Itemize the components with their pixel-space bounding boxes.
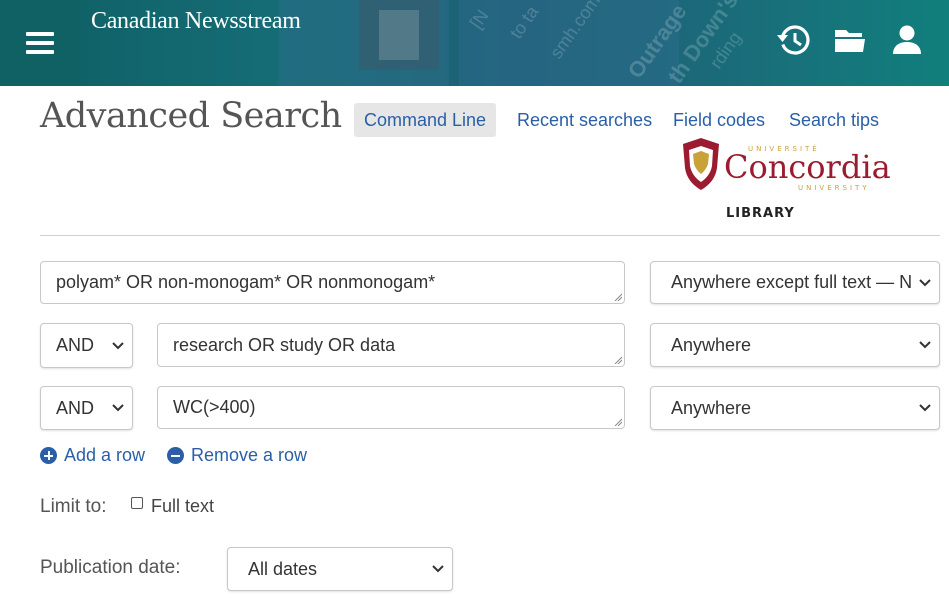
search-term-text: research OR study OR data: [173, 334, 396, 355]
tab-command-line[interactable]: Command Line: [354, 103, 497, 137]
publication-date-label: Publication date:: [40, 557, 181, 578]
resize-grip-icon[interactable]: [614, 356, 622, 364]
user-icon[interactable]: [889, 22, 925, 58]
chevron-down-icon: [432, 565, 444, 573]
search-term-text: WC(>400): [173, 397, 256, 417]
tab-recent-searches[interactable]: Recent searches: [517, 103, 652, 137]
chevron-down-icon: [919, 278, 931, 286]
plus-circle-icon: [40, 447, 57, 464]
resize-grip-icon[interactable]: [614, 418, 622, 426]
select-value: All dates: [248, 558, 318, 579]
library-label: LIBRARY: [726, 206, 795, 221]
search-field-select-2[interactable]: Anywhere: [650, 323, 940, 367]
search-term-input-2[interactable]: research OR study OR data: [157, 323, 625, 367]
full-text-checkbox[interactable]: [131, 497, 143, 509]
tab-field-codes[interactable]: Field codes: [673, 103, 765, 137]
history-icon[interactable]: [775, 22, 811, 58]
search-term-input-3[interactable]: WC(>400): [157, 386, 625, 429]
select-value: Anywhere except full text — N: [671, 272, 913, 292]
chevron-down-icon: [112, 404, 124, 412]
boolean-operator-select-3[interactable]: AND: [40, 386, 133, 430]
page-title: Advanced Search: [40, 96, 342, 136]
boolean-operator-select-2[interactable]: AND: [40, 323, 133, 368]
search-field-select-3[interactable]: Anywhere: [650, 386, 940, 430]
add-row-button[interactable]: Add a row: [40, 445, 145, 466]
top-header: [N to ta smh.com Outrage th Down's rding…: [0, 0, 949, 86]
select-value: Anywhere: [671, 334, 752, 355]
chevron-down-icon: [919, 404, 931, 412]
divider: [40, 235, 940, 236]
concordia-library-logo[interactable]: UNIVERSITÉ Concordia UNIVERSITY LIBRARY: [680, 138, 900, 228]
select-value: AND: [56, 397, 95, 418]
add-row-label: Add a row: [64, 445, 146, 465]
minus-circle-icon: [167, 447, 184, 464]
menu-button[interactable]: [0, 0, 79, 86]
select-value: AND: [56, 335, 95, 355]
limit-to-label: Limit to:: [40, 496, 107, 517]
full-text-label[interactable]: Full text: [151, 496, 214, 517]
tab-search-tips[interactable]: Search tips: [789, 103, 879, 137]
resize-grip-icon[interactable]: [614, 293, 622, 301]
chevron-down-icon: [919, 341, 931, 349]
search-field-select-1[interactable]: Anywhere except full text — N: [650, 261, 940, 304]
remove-row-label: Remove a row: [191, 445, 308, 465]
remove-row-button[interactable]: Remove a row: [167, 445, 307, 466]
chevron-down-icon: [112, 341, 124, 349]
select-value: Anywhere: [671, 397, 752, 418]
svg-text:Concordia: Concordia: [724, 148, 891, 186]
svg-text:UNIVERSITY: UNIVERSITY: [798, 184, 870, 192]
concordia-logo-icon: UNIVERSITÉ Concordia UNIVERSITY: [683, 138, 891, 192]
search-term-text: polyam* OR non-monogam* OR nonmonogam*: [56, 272, 436, 292]
menu-icon: [25, 27, 54, 59]
publication-date-select[interactable]: All dates: [227, 547, 453, 591]
brand-title[interactable]: Canadian Newsstream: [91, 8, 301, 35]
folder-icon[interactable]: [832, 22, 868, 58]
search-term-input-1[interactable]: polyam* OR non-monogam* OR nonmonogam*: [40, 261, 625, 304]
